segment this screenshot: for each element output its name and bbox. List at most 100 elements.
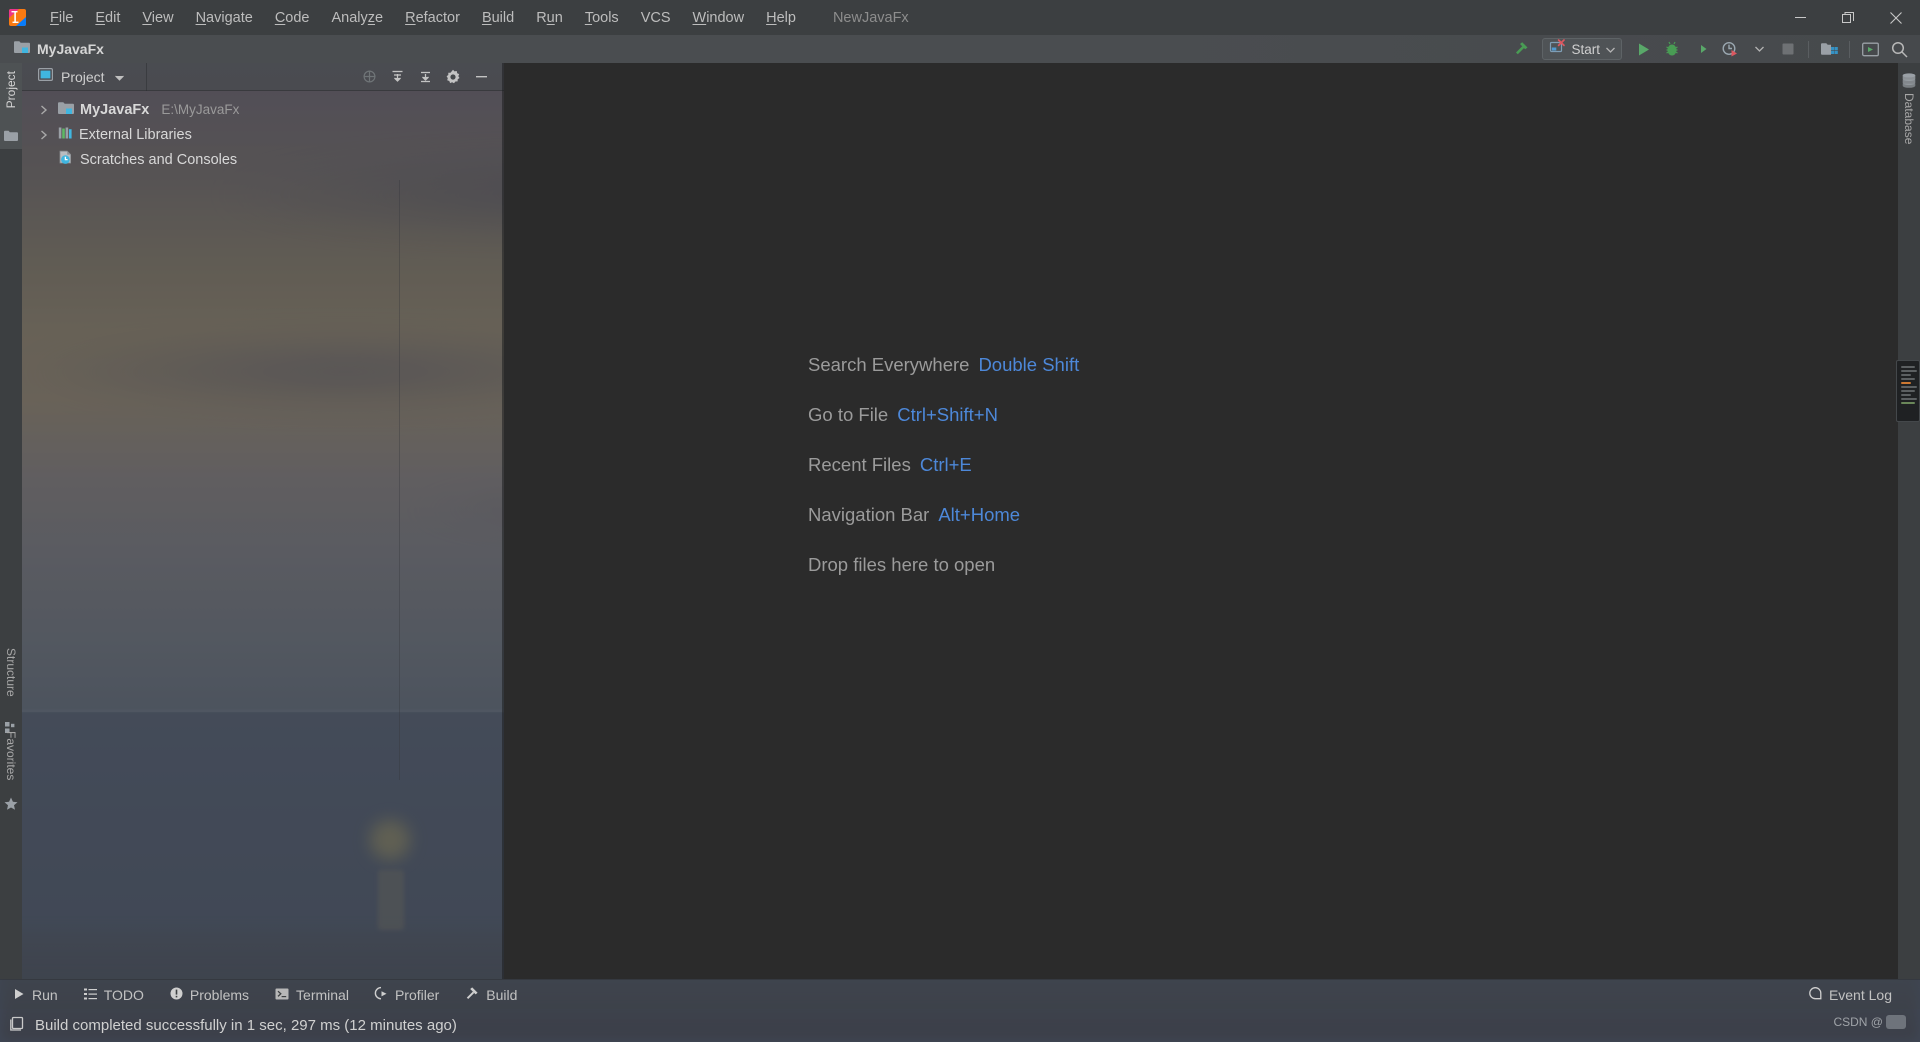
watermark-text: CSDN @ [1833,1015,1883,1029]
hint-go-to-file: Go to File Ctrl+Shift+N [808,404,1079,426]
window-title: NewJavaFx [832,9,909,26]
tree-node-external-libraries[interactable]: External Libraries [22,122,504,147]
editor-minimap-preview[interactable] [1896,360,1920,422]
menu-item-code[interactable]: Code [264,6,321,30]
chevron-down-icon[interactable] [1606,40,1615,58]
profiler-clock-icon[interactable] [1717,37,1743,61]
hint-shortcut: Ctrl+Shift+N [897,404,998,425]
menu-item-edit[interactable]: Edit [84,6,131,30]
bottom-tab-terminal[interactable]: Terminal [262,980,362,1010]
problems-warning-icon [170,987,183,1003]
strip-tab-database[interactable]: Database [1902,93,1916,144]
profiler-dropdown-icon[interactable] [1746,37,1772,61]
hint-navigation-bar: Navigation Bar Alt+Home [808,504,1079,526]
strip-tab-database-label: Database [1902,93,1916,145]
menu-item-run[interactable]: Run [525,6,574,30]
run-with-coverage-icon[interactable] [1688,37,1714,61]
hide-icon[interactable] [468,65,494,89]
tree-node-label: Scratches and Consoles [80,151,238,168]
event-log-icon [1809,986,1822,1003]
build-status[interactable]: Build completed successfully in 1 sec, 2… [0,1016,457,1035]
run-play-icon [13,987,25,1003]
hint-label: Drop files here to open [808,554,996,575]
bottom-tab-run[interactable]: Run [0,980,71,1010]
bottom-tab-problems[interactable]: Problems [157,980,262,1010]
bottom-tab-build[interactable]: Build [452,980,530,1010]
project-view-tab[interactable]: Project [22,67,124,86]
updates-icon[interactable] [1857,37,1883,61]
bottom-tab-label: Profiler [394,986,440,1003]
collapse-all-icon[interactable] [412,65,438,89]
menu-item-tools[interactable]: Tools [574,6,630,30]
chevron-right-icon[interactable] [36,104,52,115]
tree-node-path: E:\MyJavaFx [161,102,240,117]
stop-square-icon[interactable] [1775,37,1801,61]
run-config-error-icon [1550,39,1566,59]
bottom-tab-todo[interactable]: TODO [71,980,157,1010]
bottom-tab-label: TODO [103,986,144,1003]
editor-hints: Search Everywhere Double Shift Go to File… [808,354,1079,604]
tree-node-scratches-and-consoles[interactable]: Scratches and Consoles [22,147,504,172]
expand-all-icon[interactable] [384,65,410,89]
event-log-tab[interactable]: Event Log [1796,980,1920,1010]
breadcrumb[interactable]: MyJavaFx [14,40,104,59]
bottom-tab-label: Terminal [296,986,349,1003]
project-view-icon [38,67,54,86]
build-hammer-icon[interactable] [1508,37,1534,61]
run-config-label: Start [1571,41,1600,57]
build-status-message: Build completed successfully in 1 sec, 2… [35,1017,457,1034]
run-toolbar: Start [1508,35,1912,63]
bottom-tab-label: Problems [189,986,250,1003]
hint-label: Go to File [808,404,889,425]
project-structure-icon[interactable] [1816,37,1842,61]
menu-item-window[interactable]: Window [682,6,756,30]
editor-area[interactable]: Search Everywhere Double Shift Go to File… [504,63,1898,979]
bottom-tool-strip: Run TODO Problems Terminal Profiler Buil… [0,979,1920,1009]
menu-item-view[interactable]: View [131,6,184,30]
todo-list-icon [83,987,97,1003]
search-icon[interactable] [1886,37,1912,61]
breadcrumb-label: MyJavaFx [37,41,104,57]
panel-resizer[interactable] [502,63,504,979]
intellij-idea-logo [8,8,27,27]
strip-tab-favorites[interactable]: Favorites [4,731,18,780]
menu-item-file[interactable]: File [39,6,84,30]
hint-recent-files: Recent Files Ctrl+E [808,454,1079,476]
strip-tab-project[interactable]: Project [4,71,18,108]
project-panel-actions [356,65,504,89]
tree-node-myjavafx[interactable]: MyJavaFx E:\MyJavaFx [22,97,504,122]
hint-search-everywhere: Search Everywhere Double Shift [808,354,1079,376]
debug-bug-icon[interactable] [1659,37,1685,61]
build-hammer-icon [465,986,479,1003]
run-configuration-selector[interactable]: Start [1542,38,1622,60]
project-tree: MyJavaFx E:\MyJavaFx External Libraries [22,91,504,172]
menu-item-navigate[interactable]: Navigate [185,6,264,30]
event-log-label: Event Log [1828,986,1892,1003]
menu-item-analyze[interactable]: Analyze [321,6,395,30]
strip-tab-structure[interactable]: Structure [4,648,18,697]
chevron-right-icon[interactable] [36,129,52,140]
strip-tab-project-label: Project [4,71,18,109]
project-panel-header: Project [22,62,504,91]
menu-item-help[interactable]: Help [755,6,807,30]
menu-item-build[interactable]: Build [471,6,525,30]
locate-icon[interactable] [356,65,382,89]
hint-label: Recent Files [808,454,911,475]
menu-item-vcs[interactable]: VCS [630,6,682,30]
run-play-icon[interactable] [1630,37,1656,61]
hint-shortcut: Double Shift [978,354,1080,375]
bottom-tab-profiler[interactable]: Profiler [362,980,452,1010]
csdn-watermark: CSDN @ [1833,1015,1906,1029]
menu-item-refactor[interactable]: Refactor [394,6,471,30]
status-bar: Build completed successfully in 1 sec, 2… [0,1009,1920,1042]
close-button[interactable] [1872,0,1920,35]
gear-icon[interactable] [440,65,466,89]
window-controls [1776,0,1920,35]
chevron-down-icon[interactable] [114,68,124,86]
watermark-logo [1886,1015,1906,1029]
minimize-button[interactable] [1776,0,1824,35]
project-tool-window: Project MyJavaFx E:\MyJavaFx External Li… [22,62,504,979]
profiler-icon [374,986,388,1003]
restore-button[interactable] [1824,0,1872,35]
hint-drop-files: Drop files here to open [808,554,1079,576]
